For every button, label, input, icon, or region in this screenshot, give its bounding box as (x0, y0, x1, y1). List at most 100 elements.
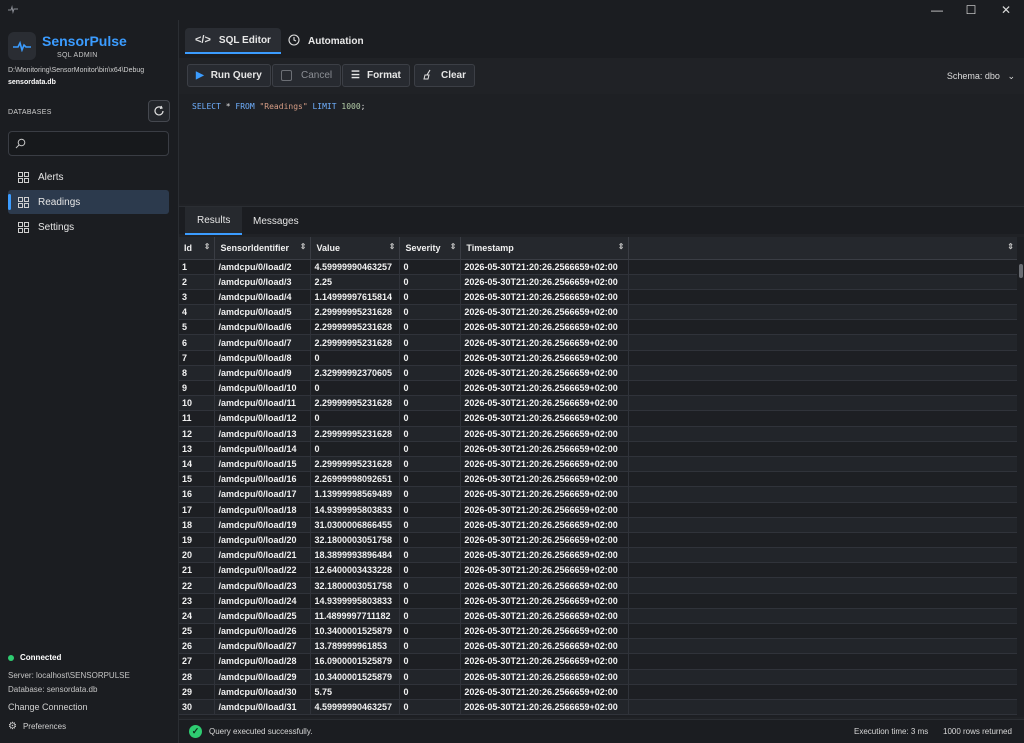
table-cell[interactable]: /amdcpu/0/load/31 (214, 699, 312, 716)
table-cell[interactable]: 13.789999961853 (310, 638, 401, 655)
table-cell[interactable]: 2026-05-30T21:20:26.2566659+02:00 (460, 350, 630, 366)
table-cell[interactable]: 0 (399, 395, 462, 412)
sidebar-item-alerts[interactable]: Alerts (8, 165, 169, 189)
table-cell[interactable]: 0 (399, 319, 462, 336)
table-cell[interactable]: /amdcpu/0/load/10 (214, 380, 312, 397)
table-row[interactable]: 24/amdcpu/0/load/25 11.4899997711182 0 2026… (179, 608, 1019, 625)
table-cell[interactable]: 0 (399, 334, 462, 351)
table-cell[interactable]: /amdcpu/0/load/28 (214, 653, 312, 670)
table-cell[interactable]: /amdcpu/0/load/22 (214, 562, 312, 579)
table-cell[interactable]: /amdcpu/0/load/23 (214, 577, 312, 594)
table-cell[interactable]: 2026-05-30T21:20:26.2566659+02:00 (460, 593, 630, 609)
table-cell[interactable]: /amdcpu/0/load/29 (214, 669, 312, 685)
table-cell[interactable]: 2026-05-30T21:20:26.2566659+02:00 (460, 380, 630, 397)
table-cell[interactable]: 26 (179, 638, 216, 655)
table-cell[interactable]: 0 (399, 410, 462, 427)
table-row[interactable]: 23/amdcpu/0/load/24 14.9399995803833 0 2026… (179, 593, 1019, 609)
table-cell[interactable]: 5 (179, 319, 216, 336)
table-row[interactable]: 13/amdcpu/0/load/14 0 0 2026-05-30T21:20:26… (179, 441, 1019, 457)
table-cell[interactable]: /amdcpu/0/load/12 (214, 410, 312, 427)
column-header[interactable]: SensorIdentifier ⇕ (214, 237, 312, 260)
table-cell[interactable]: /amdcpu/0/load/18 (214, 502, 312, 518)
table-row[interactable]: 10/amdcpu/0/load/11 2.29999995231628 0 2026… (179, 395, 1019, 412)
table-row[interactable]: 22/amdcpu/0/load/23 32.1800003051758 0 2026… (179, 577, 1019, 594)
table-cell[interactable]: 2026-05-30T21:20:26.2566659+02:00 (460, 274, 630, 290)
table-cell[interactable]: /amdcpu/0/load/26 (214, 623, 312, 640)
table-cell[interactable]: 0 (399, 517, 462, 533)
column-header[interactable]: ⇕ (628, 237, 1019, 260)
column-header[interactable]: Value ⇕ (310, 237, 401, 260)
table-cell[interactable]: 16.0900001525879 (310, 653, 401, 670)
table-cell[interactable]: 20 (179, 547, 216, 564)
table-cell[interactable]: 27 (179, 653, 216, 670)
table-cell[interactable]: 18.3899993896484 (310, 547, 401, 564)
table-cell[interactable]: 2026-05-30T21:20:26.2566659+02:00 (460, 532, 630, 549)
table-cell[interactable]: 0 (399, 547, 462, 564)
table-cell[interactable]: 14 (179, 456, 216, 473)
table-cell[interactable]: 24 (179, 608, 216, 625)
table-cell[interactable]: 0 (310, 410, 401, 427)
table-cell[interactable]: 0 (399, 669, 462, 685)
table-row[interactable]: 2/amdcpu/0/load/3 2.25 0 2026-05-30T21:20:2… (179, 274, 1019, 290)
table-row[interactable]: 17/amdcpu/0/load/18 14.9399995803833 0 2026… (179, 502, 1019, 518)
table-row[interactable]: 11/amdcpu/0/load/12 0 0 2026-05-30T21:20:26… (179, 410, 1019, 427)
clear-button[interactable]: Clear (414, 64, 476, 87)
close-button[interactable]: ✕ (989, 0, 1023, 20)
table-cell[interactable]: 9 (179, 380, 216, 397)
preferences-link[interactable]: ⚙ Preferences (8, 721, 66, 732)
table-cell[interactable]: 0 (310, 350, 401, 366)
table-cell[interactable]: 0 (399, 562, 462, 579)
table-cell[interactable]: 2026-05-30T21:20:26.2566659+02:00 (460, 608, 630, 625)
table-row[interactable]: 29/amdcpu/0/load/30 5.75 0 2026-05-30T21:20… (179, 684, 1019, 700)
table-cell[interactable]: 18 (179, 517, 216, 533)
format-button[interactable]: ☰ Format (342, 64, 410, 87)
table-cell[interactable]: /amdcpu/0/load/20 (214, 532, 312, 549)
table-row[interactable]: 7/amdcpu/0/load/8 0 0 2026-05-30T21:20:26.2… (179, 350, 1019, 366)
table-cell[interactable]: 15 (179, 471, 216, 488)
table-cell[interactable]: 12.6400003433228 (310, 562, 401, 579)
table-cell[interactable]: 2026-05-30T21:20:26.2566659+02:00 (460, 471, 630, 488)
table-cell[interactable]: 2026-05-30T21:20:26.2566659+02:00 (460, 426, 630, 442)
table-cell[interactable]: 0 (399, 577, 462, 594)
results-grid[interactable]: Id ⇕ SensorIdentifier ⇕ Value ⇕ Severity ⇕ Times… (179, 237, 1019, 717)
table-cell[interactable]: 2.29999995231628 (310, 456, 401, 473)
table-cell[interactable]: 2026-05-30T21:20:26.2566659+02:00 (460, 623, 630, 640)
table-row[interactable]: 16/amdcpu/0/load/17 1.13999998569489 0 2026… (179, 486, 1019, 503)
table-cell[interactable]: /amdcpu/0/load/7 (214, 334, 312, 351)
table-cell[interactable]: 1.14999997615814 (310, 289, 401, 306)
table-cell[interactable]: /amdcpu/0/load/6 (214, 319, 312, 336)
column-header[interactable]: Severity ⇕ (399, 237, 462, 260)
table-cell[interactable]: 2026-05-30T21:20:26.2566659+02:00 (460, 289, 630, 306)
table-cell[interactable]: 11.4899997711182 (310, 608, 401, 625)
table-cell[interactable]: 2.29999995231628 (310, 319, 401, 336)
table-cell[interactable]: 0 (399, 441, 462, 457)
table-cell[interactable]: 2.29999995231628 (310, 395, 401, 412)
table-row[interactable]: 20/amdcpu/0/load/21 18.3899993896484 0 2026… (179, 547, 1019, 564)
table-cell[interactable]: /amdcpu/0/load/14 (214, 441, 312, 457)
table-cell[interactable]: 2026-05-30T21:20:26.2566659+02:00 (460, 395, 630, 412)
tab-sql-editor[interactable]: </> SQL Editor (185, 28, 281, 54)
table-cell[interactable]: 0 (399, 259, 462, 275)
table-row[interactable]: 25/amdcpu/0/load/26 10.3400001525879 0 2026… (179, 623, 1019, 640)
table-cell[interactable]: 2026-05-30T21:20:26.2566659+02:00 (460, 638, 630, 655)
table-cell[interactable]: /amdcpu/0/load/30 (214, 684, 312, 700)
table-cell[interactable]: 0 (399, 486, 462, 503)
table-cell[interactable]: /amdcpu/0/load/17 (214, 486, 312, 503)
table-cell[interactable]: 2026-05-30T21:20:26.2566659+02:00 (460, 486, 630, 503)
sidebar-item-readings[interactable]: Readings (8, 190, 169, 214)
table-cell[interactable]: 32.1800003051758 (310, 577, 401, 594)
tab-results[interactable]: Results (185, 207, 243, 235)
table-cell[interactable]: 23 (179, 593, 216, 609)
table-row[interactable]: 27/amdcpu/0/load/28 16.0900001525879 0 2026… (179, 653, 1019, 670)
table-cell[interactable]: 14.9399995803833 (310, 593, 401, 609)
table-cell[interactable]: 10.3400001525879 (310, 669, 401, 685)
table-cell[interactable]: 12 (179, 426, 216, 442)
table-cell[interactable]: 2026-05-30T21:20:26.2566659+02:00 (460, 365, 630, 382)
table-row[interactable]: 1/amdcpu/0/load/2 4.59999990463257 0 2026-0… (179, 259, 1019, 275)
table-cell[interactable]: 6 (179, 334, 216, 351)
table-cell[interactable]: 0 (399, 653, 462, 670)
table-cell[interactable]: 0 (399, 304, 462, 321)
table-cell[interactable]: 10 (179, 395, 216, 412)
table-cell[interactable]: /amdcpu/0/load/27 (214, 638, 312, 655)
table-cell[interactable]: 2026-05-30T21:20:26.2566659+02:00 (460, 441, 630, 457)
